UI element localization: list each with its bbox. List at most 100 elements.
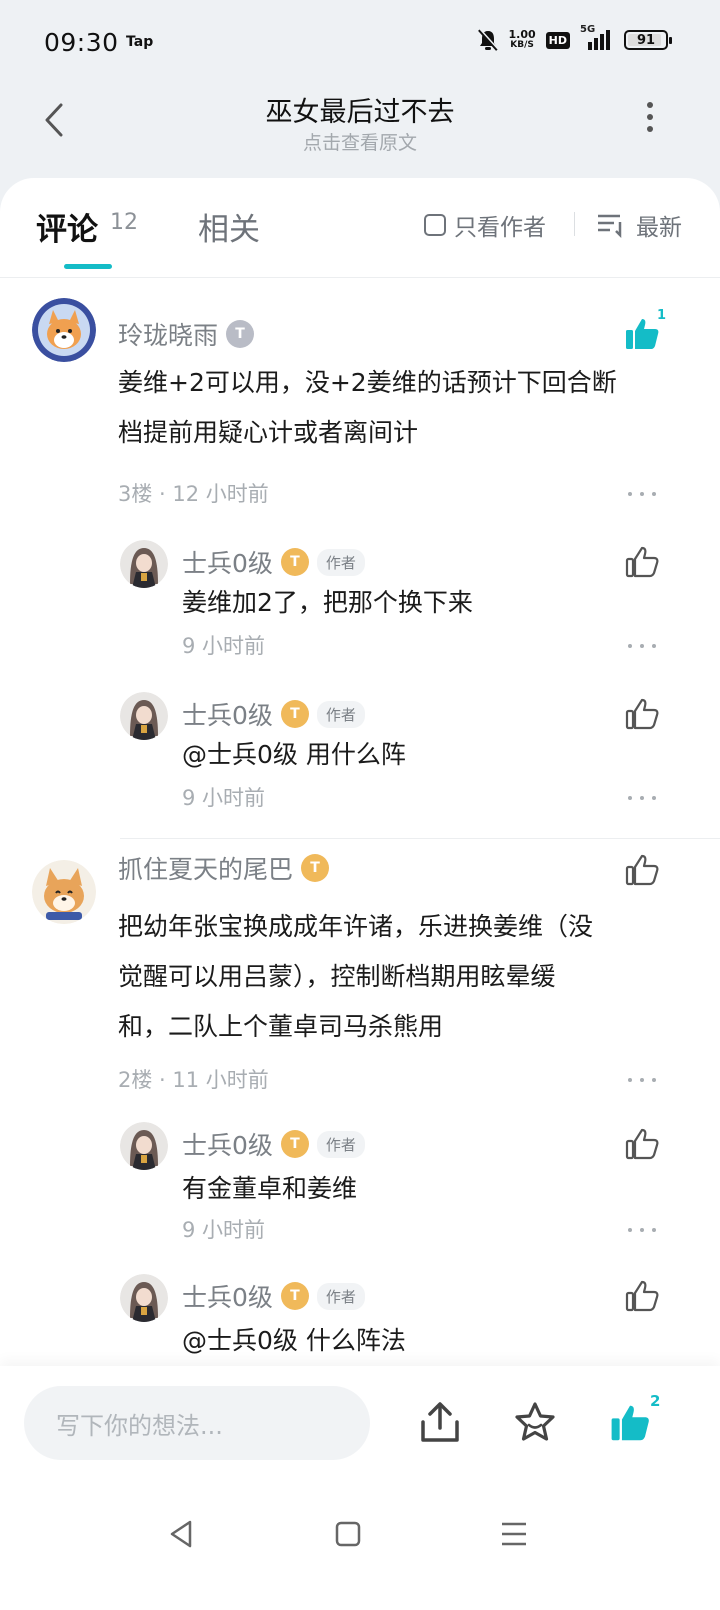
reply-username[interactable]: 士兵0级 T 作者 [182,1126,365,1162]
net-speed-unit: KB/S [510,40,534,50]
square-home-icon [335,1521,361,1547]
reply-content: 姜维加2了，把那个换下来 [182,588,473,617]
content-line: 觉醒可以用吕蒙），控制断档期用眩晕缓 [118,962,556,991]
like-button[interactable] [622,1276,662,1316]
net-speed-value: 1.00 [508,28,536,41]
comment-more-button[interactable] [628,490,656,498]
author-only-toggle[interactable]: 只看作者 [424,208,546,242]
post-like-count: 2 [650,1392,661,1410]
reply-username[interactable]: 士兵0级 T 作者 [182,544,365,580]
comment-username[interactable]: 玲珑晓雨 T [118,316,255,352]
level-badge: T [280,1130,309,1158]
content-line: 和，二队上个董卓司马杀熊用 [118,1012,444,1041]
share-icon [421,1402,459,1442]
level-badge: T [301,854,330,882]
mute-bell-icon [477,28,499,51]
thumb-up-icon [625,546,659,578]
reply-meta: 9 小时前 [182,634,266,658]
like-button[interactable] [622,1124,662,1164]
avatar[interactable] [32,298,96,362]
sort-button[interactable]: 最新 [596,208,682,242]
like-count: 1 [657,308,667,323]
reply-content: 有金董卓和姜维 [182,1174,358,1203]
status-bar: 09:30 Tap 1.00 KB/S HD 5G 91 [0,0,720,84]
signal-icon: 5G [580,24,614,52]
view-original-link[interactable]: 点击查看原文 [0,128,720,155]
reply-more-button[interactable] [628,1226,656,1234]
author-tag: 作者 [316,700,365,728]
level-badge: T [280,1282,309,1310]
username-text: 士兵0级 [182,1131,273,1160]
comment-username[interactable]: 抓住夏天的尾巴 T [118,850,330,886]
avatar[interactable] [32,860,96,924]
reply-more-button[interactable] [628,794,656,802]
post-like-button[interactable] [606,1400,654,1446]
username-text: 玲珑晓雨 [118,321,219,350]
header: 巫女最后过不去 点击查看原文 [0,84,720,174]
level-badge: T [280,700,309,728]
system-nav-bar [0,1492,720,1610]
comment-input[interactable]: 写下你的想法... [24,1386,370,1460]
share-button[interactable] [418,1400,462,1446]
like-button[interactable] [622,694,662,734]
username-text: 士兵0级 [182,701,273,730]
more-options-button[interactable] [638,102,662,132]
author-tag: 作者 [316,1282,365,1310]
thumb-up-icon [625,1128,659,1160]
reply-content: @士兵0级 用什么阵 [182,740,406,769]
favorite-button[interactable] [512,1400,558,1446]
hd-badge: HD [545,31,570,49]
nav-home-button[interactable] [328,1514,368,1554]
nav-back-button[interactable] [162,1514,202,1554]
more-icon [647,102,653,108]
reply-content: @士兵0级 什么阵法 [182,1326,406,1355]
reply-meta: 9 小时前 [182,1218,266,1242]
comment-content: 姜维+2可以用，没+2姜维的话预计下回合断 档提前用疑心计或者离间计 [118,358,617,458]
checkbox-icon [424,214,446,236]
comments-count: 12 [110,210,138,235]
content-line: 把幼年张宝换成成年许诸，乐进换姜维（没 [118,912,594,941]
avatar[interactable] [120,1274,168,1322]
sort-label: 最新 [636,215,682,241]
tab-comments[interactable]: 评论 [36,204,98,249]
content-line: 姜维+2可以用，没+2姜维的话预计下回合断 [118,368,617,397]
thumb-up-icon [625,698,659,730]
comment-content: 把幼年张宝换成成年许诸，乐进换姜维（没 觉醒可以用吕蒙），控制断档期用眩晕缓 和… [118,902,593,1052]
reply-more-button[interactable] [628,642,656,650]
level-badge: T [226,320,255,348]
divider [120,838,720,839]
author-tag: 作者 [316,548,365,576]
menu-lines-icon [502,1522,526,1546]
username-text: 士兵0级 [182,1283,273,1312]
taptap-notification-icon: Tap [126,34,154,50]
thumb-up-icon [611,1405,649,1441]
status-time: 09:30 [44,28,119,57]
tab-related[interactable]: 相关 [198,204,260,249]
triangle-back-icon [170,1520,192,1548]
thumb-up-icon [625,854,659,886]
star-icon [515,1402,555,1441]
level-badge: T [280,548,309,576]
like-button[interactable] [622,542,662,582]
battery-icon: 91 [624,30,672,50]
like-button[interactable] [622,850,662,890]
avatar[interactable] [120,1122,168,1170]
reply-username[interactable]: 士兵0级 T 作者 [182,1278,365,1314]
comment-more-button[interactable] [628,1076,656,1084]
username-text: 士兵0级 [182,549,273,578]
avatar[interactable] [120,540,168,588]
thumb-up-icon [625,1280,659,1312]
page-title: 巫女最后过不去 [265,97,455,128]
status-icons: 1.00 KB/S HD 5G 91 [477,24,672,52]
active-tab-indicator [64,264,112,269]
author-tag: 作者 [316,1130,365,1158]
username-text: 抓住夏天的尾巴 [118,855,294,884]
thumb-up-icon [626,319,659,349]
content-line: 档提前用疑心计或者离间计 [118,418,419,447]
avatar[interactable] [120,692,168,740]
bottom-action-bar: 写下你的想法... 2 [0,1366,720,1492]
battery-level: 91 [636,32,656,48]
nav-menu-button[interactable] [494,1514,534,1554]
reply-username[interactable]: 士兵0级 T 作者 [182,696,365,732]
like-button[interactable] [622,314,662,354]
